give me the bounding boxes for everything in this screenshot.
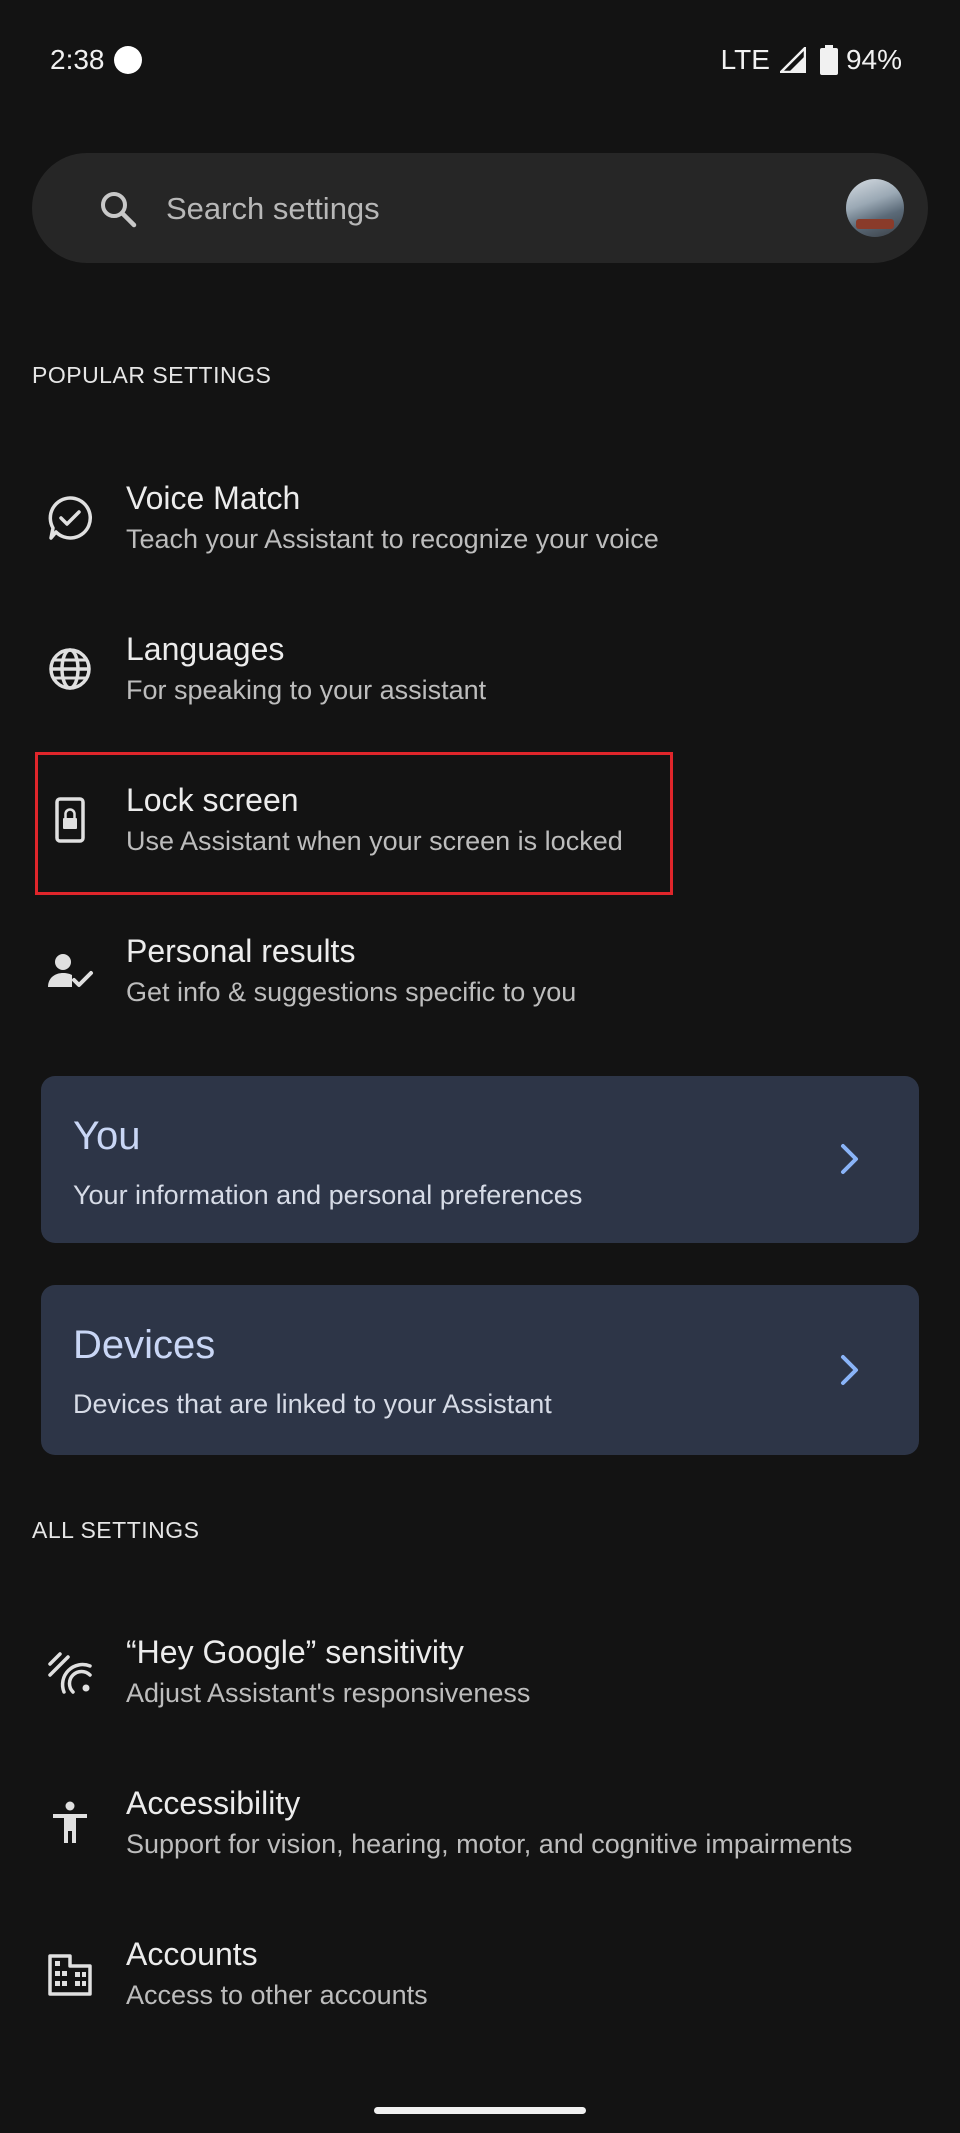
globe-icon <box>49 648 91 690</box>
lock-screen-highlight <box>35 752 673 895</box>
list-item-accounts[interactable]: Accounts Access to other accounts <box>0 1908 960 2038</box>
item-title: Personal results <box>126 933 356 969</box>
sensitivity-icon <box>48 1652 92 1694</box>
item-title: Voice Match <box>126 480 301 516</box>
battery-icon <box>819 45 838 75</box>
item-title: “Hey Google” sensitivity <box>126 1634 464 1670</box>
voice-match-icon <box>48 496 93 540</box>
building-icon <box>48 1954 92 1996</box>
list-item-voice-match[interactable]: Voice Match Teach your Assistant to reco… <box>0 452 960 582</box>
item-subtitle: Get info & suggestions specific to you <box>126 977 577 1007</box>
popular-settings-header: POPULAR SETTINGS <box>32 362 272 388</box>
item-subtitle: Access to other accounts <box>126 1980 428 2010</box>
card-you[interactable]: You Your information and personal prefer… <box>41 1076 919 1243</box>
status-indicators: LTE 94% <box>721 44 902 76</box>
item-subtitle: Teach your Assistant to recognize your v… <box>126 524 659 554</box>
list-item-personal-results[interactable]: Personal results Get info & suggestions … <box>0 905 960 1035</box>
battery-percent: 94% <box>845 44 902 75</box>
network-type: LTE <box>720 44 770 75</box>
notification-dot-icon <box>114 46 142 74</box>
list-item-hey-google-sensitivity[interactable]: “Hey Google” sensitivity Adjust Assistan… <box>0 1606 960 1736</box>
avatar[interactable] <box>846 179 904 237</box>
card-devices[interactable]: Devices Devices that are linked to your … <box>41 1285 919 1455</box>
signal-icon <box>779 47 806 73</box>
status-time: 2:38 <box>50 44 105 75</box>
search-bar[interactable]: Search settings <box>32 153 928 263</box>
all-settings-header: ALL SETTINGS <box>32 1517 200 1543</box>
item-title: Accounts <box>126 1936 258 1972</box>
card-subtitle: Your information and personal preference… <box>73 1180 583 1210</box>
gesture-nav-handle[interactable] <box>374 2107 586 2114</box>
status-bar: 2:38 LTE 94% <box>0 0 960 120</box>
search-icon <box>101 192 137 228</box>
list-item-accessibility[interactable]: Accessibility Support for vision, hearin… <box>0 1757 960 1887</box>
item-subtitle: Adjust Assistant's responsiveness <box>126 1678 531 1708</box>
card-title: Devices <box>73 1323 216 1367</box>
person-check-icon <box>48 954 93 987</box>
avatar-photo-detail <box>856 219 894 229</box>
list-item-languages[interactable]: Languages For speaking to your assistant <box>0 603 960 733</box>
card-subtitle: Devices that are linked to your Assistan… <box>73 1389 552 1419</box>
item-subtitle: For speaking to your assistant <box>126 675 487 705</box>
search-input[interactable]: Search settings <box>166 191 380 227</box>
chevron-right-icon <box>841 1144 858 1174</box>
item-title: Languages <box>126 631 285 667</box>
card-title: You <box>73 1114 141 1158</box>
settings-page: 2:38 LTE 94% Search settings POPULAR SET… <box>0 0 960 2133</box>
item-title: Accessibility <box>126 1785 301 1821</box>
chevron-right-icon <box>841 1355 858 1385</box>
item-subtitle: Support for vision, hearing, motor, and … <box>126 1829 853 1859</box>
accessibility-icon <box>53 1801 87 1843</box>
